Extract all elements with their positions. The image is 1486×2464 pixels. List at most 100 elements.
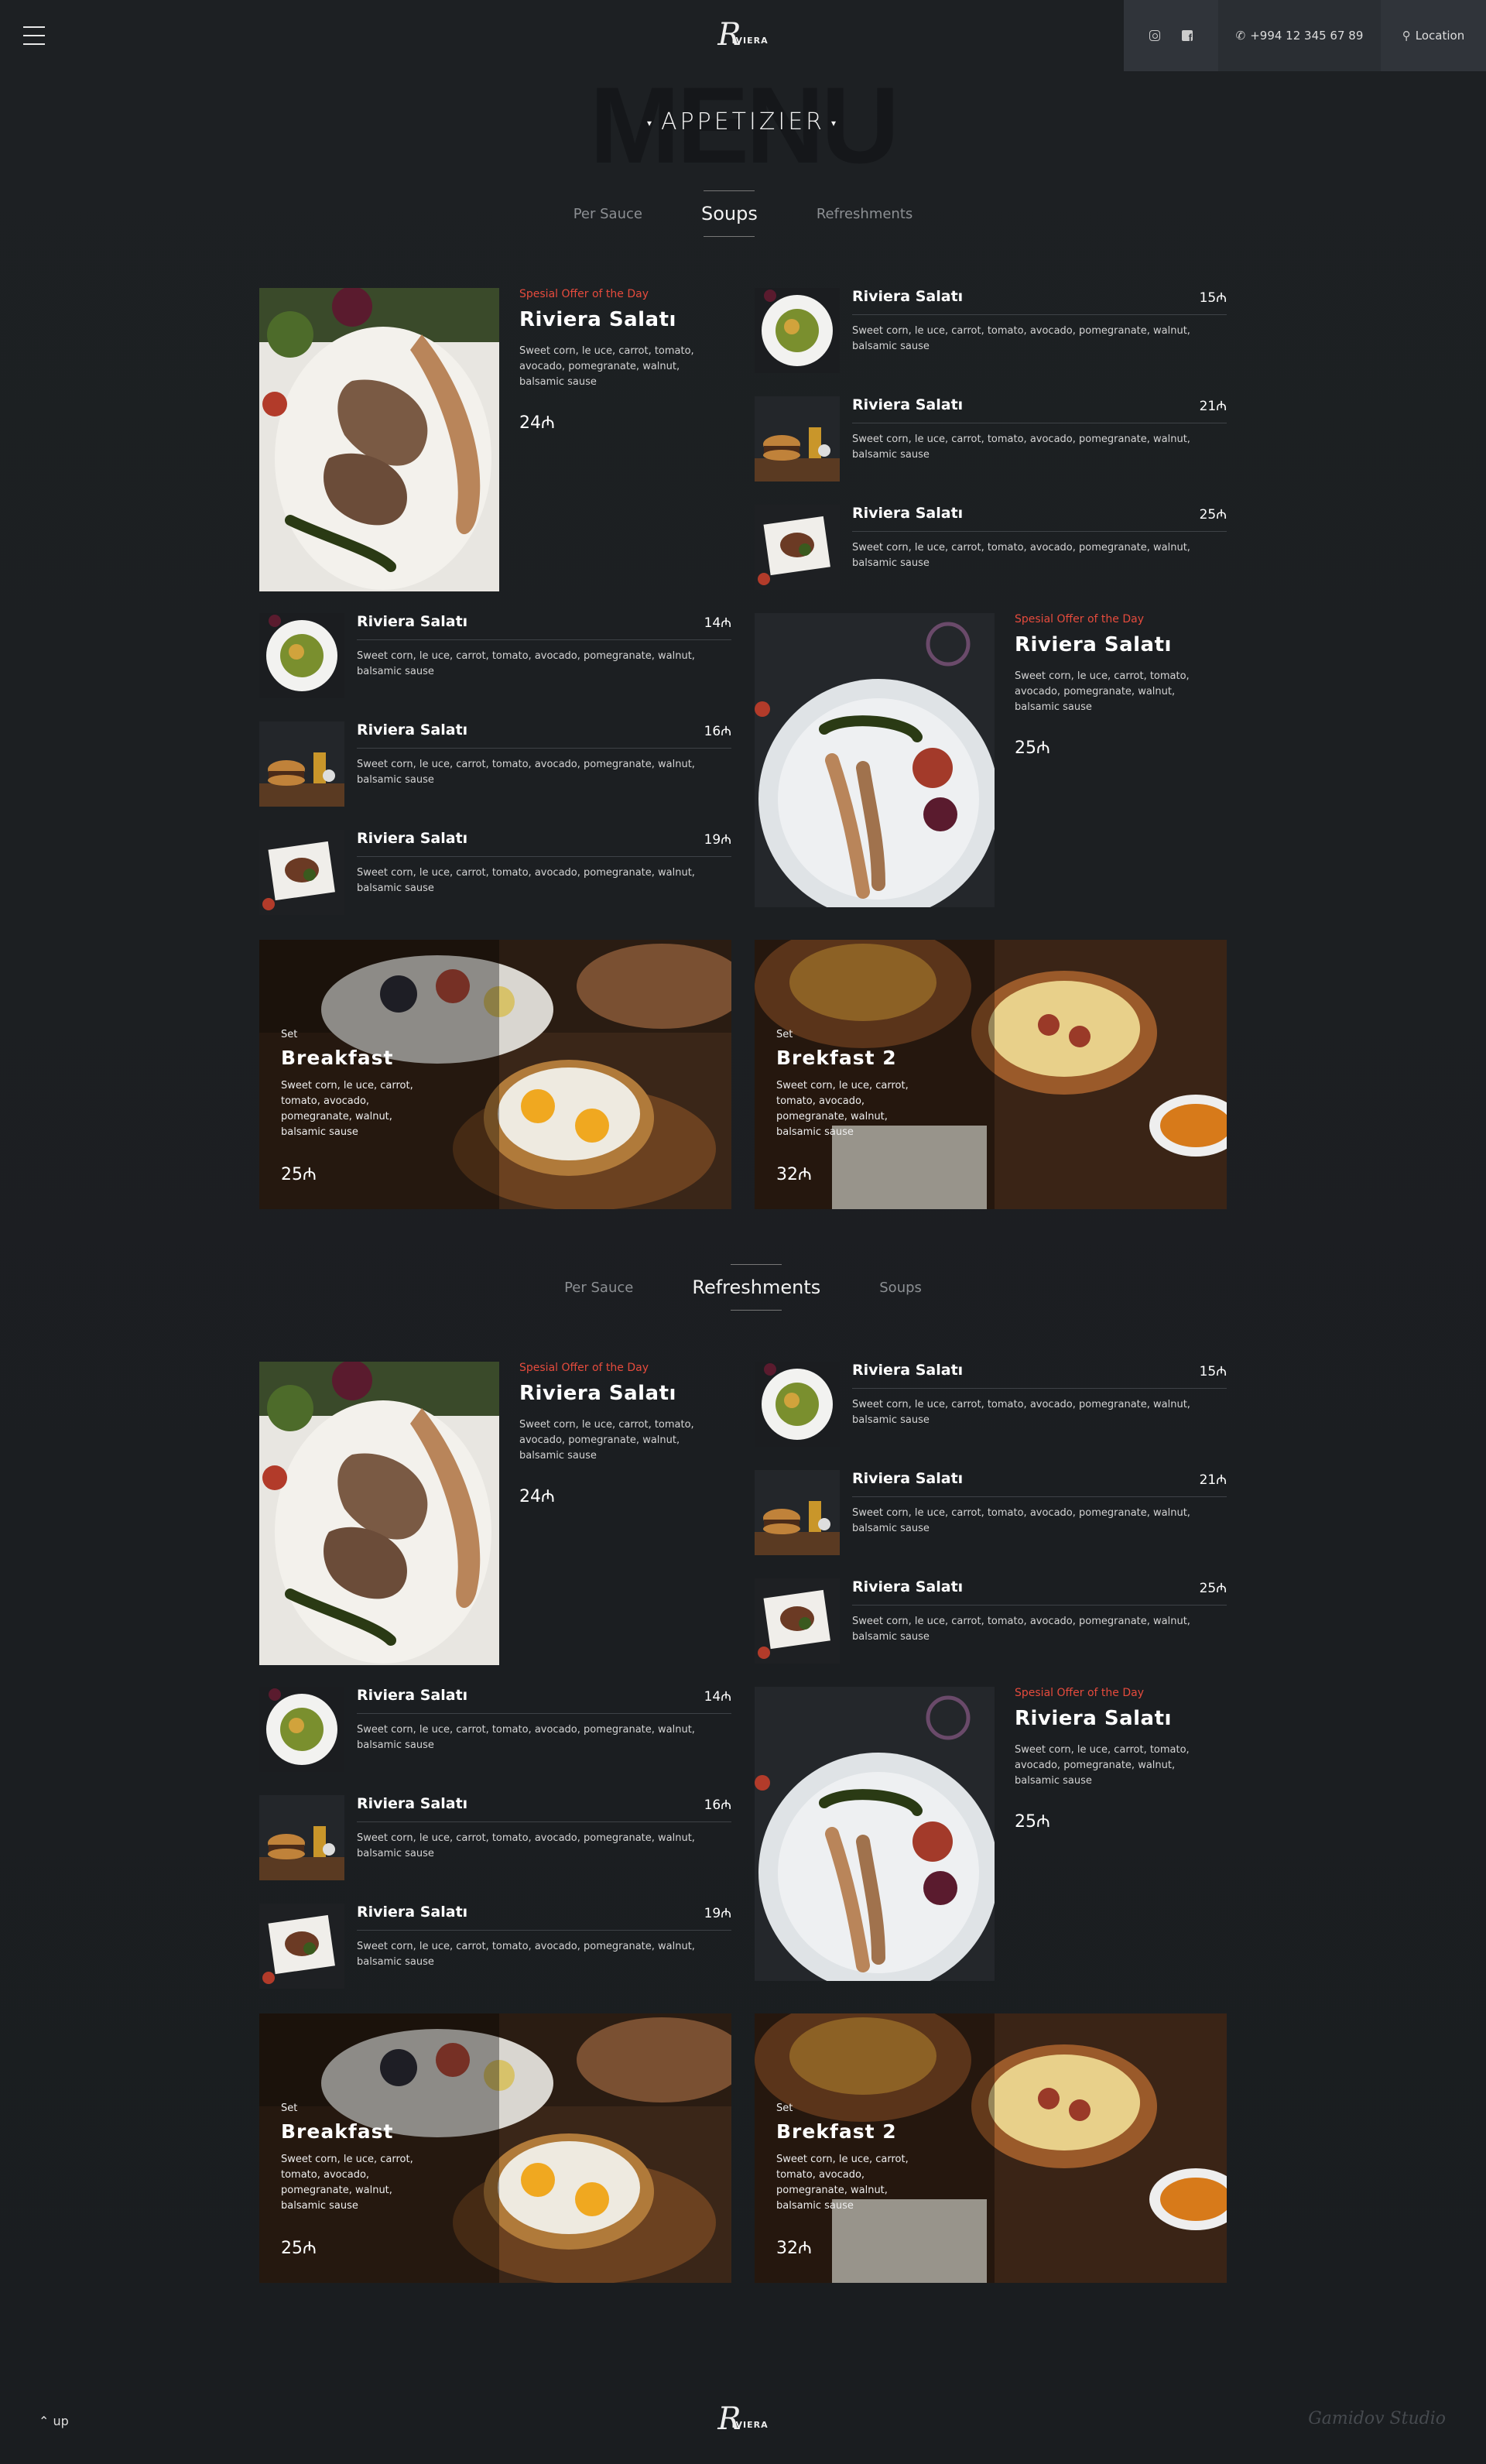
divider (852, 1388, 1227, 1389)
list-item[interactable]: Riviera Salatı 19₼ Sweet corn, le uce, c… (259, 1904, 731, 1990)
triangle-down-icon: ▾ (646, 117, 655, 129)
social-links (1124, 0, 1218, 71)
instagram-icon[interactable] (1149, 30, 1160, 41)
burger-thumb (755, 396, 840, 481)
logo[interactable]: R IVIERA (703, 15, 783, 54)
meat-plate-thumb (259, 1904, 344, 1989)
featured-price: 24₼ (519, 413, 555, 433)
item-description: Sweet corn, le uce, carrot, tomato, avoc… (357, 1941, 695, 1968)
item-price: 15₼ (1199, 1364, 1227, 1379)
set-price: 32₼ (776, 2239, 812, 2258)
divider (357, 856, 731, 857)
item-title: Riviera Salatı (852, 1578, 964, 1595)
set-text: Set Brekfast 2 Sweet corn, le uce, carro… (776, 2102, 931, 2259)
item-title: Riviera Salatı (852, 1362, 964, 1379)
featured-text: Spesial Offer of the Day Riviera Salatı … (1015, 1687, 1216, 1832)
list-item[interactable]: Riviera Salatı 14₼ Sweet corn, le uce, c… (259, 613, 731, 700)
list-item[interactable]: Riviera Salatı 16₼ Sweet corn, le uce, c… (259, 721, 731, 808)
set-text: Set Breakfast Sweet corn, le uce, carrot… (281, 2102, 436, 2259)
set-price: 25₼ (281, 2239, 317, 2258)
item-description: Sweet corn, le uce, carrot, tomato, avoc… (852, 434, 1190, 461)
burger-thumb (259, 1795, 344, 1880)
salad-thumb (259, 1687, 344, 1772)
divider (357, 639, 731, 640)
item-price: 16₼ (704, 724, 731, 739)
item-description: Sweet corn, le uce, carrot, tomato, avoc… (357, 759, 695, 786)
set-text: Set Breakfast Sweet corn, le uce, carrot… (281, 1029, 436, 1185)
item-description: Sweet corn, le uce, carrot, tomato, avoc… (852, 1399, 1190, 1426)
list-item[interactable]: Riviera Salatı 16₼ Sweet corn, le uce, c… (259, 1795, 731, 1882)
set-text: Set Brekfast 2 Sweet corn, le uce, carro… (776, 1029, 931, 1185)
divider (852, 314, 1227, 315)
set-title: Breakfast (281, 2120, 394, 2143)
list-item[interactable]: Riviera Salatı 15₼ Sweet corn, le uce, c… (755, 1362, 1227, 1448)
tab-soups[interactable]: Soups (672, 203, 787, 224)
logo-wordmark: IVIERA (731, 35, 769, 46)
featured-price: 24₼ (519, 1487, 555, 1506)
list-item[interactable]: Riviera Salatı 25₼ Sweet corn, le uce, c… (755, 1578, 1227, 1665)
featured-dish[interactable]: Spesial Offer of the Day Riviera Salatı … (755, 613, 1227, 917)
location-link[interactable]: ⚲ Location (1381, 0, 1486, 71)
item-title: Riviera Salatı (852, 505, 964, 522)
meat-plate-thumb (259, 830, 344, 915)
plated-lamb-photo (755, 1687, 995, 1990)
phone-link[interactable]: ✆ +994 12 345 67 89 (1218, 0, 1381, 71)
set-title: Breakfast (281, 1047, 394, 1069)
list-item[interactable]: Riviera Salatı 21₼ Sweet corn, le uce, c… (755, 1470, 1227, 1557)
salad-thumb (755, 1362, 840, 1447)
list-item[interactable]: Riviera Salatı 15₼ Sweet corn, le uce, c… (755, 288, 1227, 375)
set-card-breakfast-2[interactable]: Set Brekfast 2 Sweet corn, le uce, carro… (755, 940, 1227, 1209)
set-card-breakfast-2[interactable]: Set Brekfast 2 Sweet corn, le uce, carro… (755, 2013, 1227, 2283)
tab-refreshments[interactable]: Refreshments (663, 1277, 850, 1298)
footer-logo[interactable]: R IVIERA (703, 2400, 783, 2438)
featured-title: Riviera Salatı (519, 1382, 676, 1405)
phone-number: +994 12 345 67 89 (1250, 29, 1364, 43)
item-title: Riviera Salatı (357, 830, 468, 847)
item-price: 19₼ (704, 832, 731, 848)
facebook-icon[interactable] (1182, 30, 1193, 43)
set-label: Set (776, 1029, 793, 1040)
set-description: Sweet corn, le uce, carrot, tomato, avoc… (281, 2154, 413, 2212)
menu-hamburger-icon[interactable] (23, 26, 45, 46)
item-description: Sweet corn, le uce, carrot, tomato, avoc… (357, 1832, 695, 1859)
menu-section-2: Spesial Offer of the Day Riviera Salatı … (259, 1362, 1227, 2283)
featured-dish[interactable]: Spesial Offer of the Day Riviera Salatı … (259, 288, 731, 591)
page: { "header":{ "logo_mono":"R", "logo_word… (0, 0, 1486, 2464)
tab-soups[interactable]: Soups (850, 1280, 951, 1296)
set-description: Sweet corn, le uce, carrot, tomato, avoc… (776, 1080, 909, 1138)
tab-per-sauce[interactable]: Per Sauce (535, 1280, 663, 1296)
set-label: Set (281, 1029, 298, 1040)
lamb-ribs-photo (259, 1362, 499, 1665)
tab-refreshments[interactable]: Refreshments (787, 206, 942, 222)
list-item[interactable]: Riviera Salatı 14₼ Sweet corn, le uce, c… (259, 1687, 731, 1773)
featured-dish[interactable]: Spesial Offer of the Day Riviera Salatı … (259, 1362, 731, 1665)
list-item[interactable]: Riviera Salatı 25₼ Sweet corn, le uce, c… (755, 505, 1227, 591)
item-price: 16₼ (704, 1797, 731, 1813)
set-card-breakfast[interactable]: Set Breakfast Sweet corn, le uce, carrot… (259, 2013, 731, 2283)
topbar: ✆ +994 12 345 67 89 ⚲ Location (1124, 0, 1486, 71)
list-item[interactable]: Riviera Salatı 21₼ Sweet corn, le uce, c… (755, 396, 1227, 483)
logo-wordmark: IVIERA (731, 2419, 769, 2430)
footer-logo-inner: R IVIERA (717, 2404, 768, 2435)
list-item[interactable]: Riviera Salatı 19₼ Sweet corn, le uce, c… (259, 830, 731, 917)
tab-per-sauce[interactable]: Per Sauce (544, 206, 672, 222)
meat-plate-thumb (755, 505, 840, 590)
featured-dish[interactable]: Spesial Offer of the Day Riviera Salatı … (755, 1687, 1227, 1990)
set-title: Brekfast 2 (776, 1047, 897, 1069)
studio-signature[interactable]: Gamidov Studio (1308, 2409, 1446, 2428)
item-title: Riviera Salatı (852, 288, 964, 305)
menu-heading: ▾ APPETIZIER ▾ (0, 108, 1486, 135)
category-tabs-2: Per Sauce Refreshments Soups (0, 1277, 1486, 1298)
item-description: Sweet corn, le uce, carrot, tomato, avoc… (852, 1507, 1190, 1534)
featured-price: 25₼ (1015, 739, 1050, 758)
item-price: 25₼ (1199, 507, 1227, 523)
item-title: Riviera Salatı (852, 396, 964, 413)
set-card-breakfast[interactable]: Set Breakfast Sweet corn, le uce, carrot… (259, 940, 731, 1209)
burger-thumb (259, 721, 344, 807)
menu-heading-text: APPETIZIER (660, 108, 826, 135)
featured-description: Sweet corn, le uce, carrot, tomato, avoc… (519, 345, 694, 388)
item-description: Sweet corn, le uce, carrot, tomato, avoc… (357, 867, 695, 894)
scroll-up-button[interactable]: ⌃ up (39, 2414, 69, 2428)
item-title: Riviera Salatı (357, 1904, 468, 1921)
triangle-down-icon: ▾ (831, 117, 840, 129)
